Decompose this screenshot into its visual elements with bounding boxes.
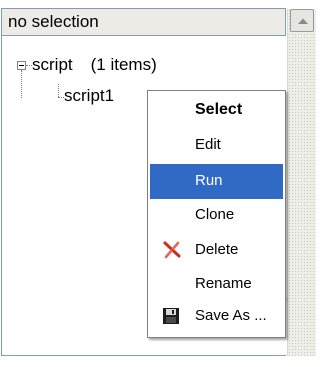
- menu-item-save-as[interactable]: Save As ...: [150, 299, 283, 334]
- tree-node-count: (1 items): [90, 55, 157, 74]
- menu-item-label: Run: [195, 172, 223, 189]
- menu-item-select[interactable]: Select: [150, 93, 283, 128]
- menu-item-label: Save As ...: [195, 307, 267, 324]
- tree-connector: [21, 70, 22, 98]
- context-menu-lower: Save As ...: [147, 297, 286, 338]
- scroll-up-button[interactable]: [290, 9, 314, 32]
- floppy-disk-icon: [163, 308, 179, 324]
- tree-node-label: script1: [64, 86, 115, 105]
- menu-item-label: Delete: [195, 241, 239, 258]
- red-x-icon: [163, 241, 181, 259]
- menu-item-edit[interactable]: Edit: [150, 128, 283, 163]
- tree-node-script[interactable]: script (1 items): [32, 55, 157, 75]
- context-menu: Select Edit Run Clone Delete Rename: [147, 90, 286, 302]
- vertical-scrollbar[interactable]: [287, 9, 316, 356]
- collapse-toggle-icon[interactable]: [17, 61, 26, 70]
- selection-text: no selection: [8, 12, 99, 31]
- menu-item-label: Rename: [195, 275, 252, 292]
- selection-header[interactable]: no selection: [1, 8, 286, 36]
- menu-item-run[interactable]: Run: [150, 164, 283, 199]
- tree-node-script1[interactable]: script1: [64, 86, 114, 106]
- tree-node-label: script: [32, 55, 73, 74]
- menu-item-clone[interactable]: Clone: [150, 198, 283, 233]
- menu-item-label: Select: [195, 101, 243, 118]
- menu-item-label: Edit: [195, 136, 221, 153]
- script-panel: no selection script (1 items) script1 Sel…: [0, 0, 329, 367]
- menu-item-label: Clone: [195, 206, 235, 223]
- menu-item-delete[interactable]: Delete: [150, 233, 283, 268]
- tree-connector: [58, 84, 59, 97]
- arrow-up-icon: [298, 18, 308, 24]
